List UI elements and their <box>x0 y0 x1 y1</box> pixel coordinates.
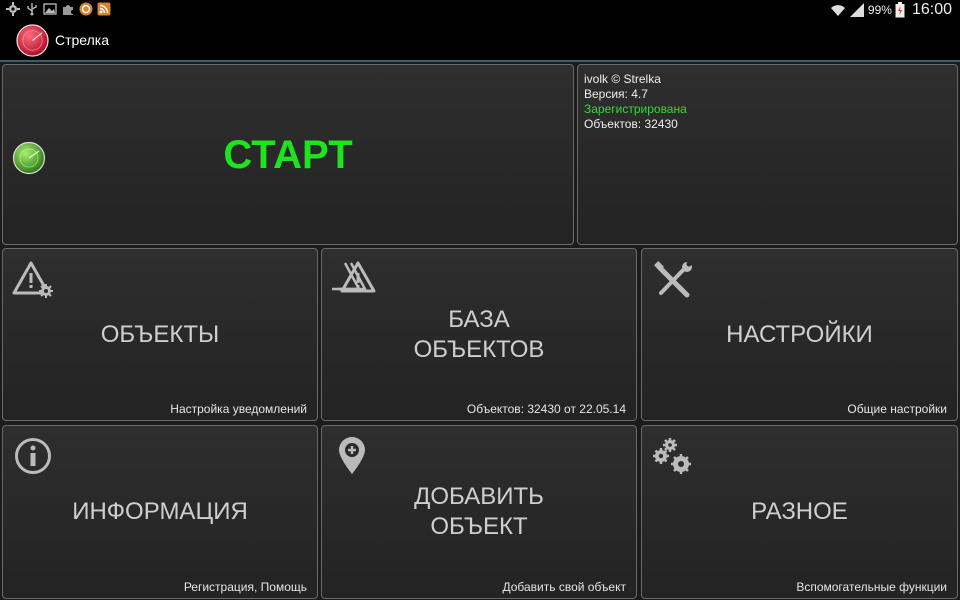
settings-label: НАСТРОЙКИ <box>726 320 873 348</box>
objects-subtitle: Настройка уведомлений <box>170 402 307 416</box>
start-button[interactable]: СТАРТ <box>2 64 574 245</box>
app-title: Стрелка <box>55 32 110 48</box>
start-label: СТАРТ <box>223 132 353 177</box>
misc-button[interactable]: РАЗНОЕ Вспомогательные функции <box>641 425 958 599</box>
info-author: ivolk © Strelka <box>584 72 661 86</box>
misc-subtitle: Вспомогательные функции <box>796 580 947 594</box>
image-icon <box>43 3 57 15</box>
objects-database-button[interactable]: БАЗА ОБЪЕКТОВ Объектов: 32430 от 22.05.1… <box>321 248 637 421</box>
sync-icon <box>79 2 93 16</box>
action-bar: Стрелка <box>0 20 960 60</box>
settings-icon <box>6 2 20 16</box>
battery-icon <box>895 2 905 18</box>
objects-button[interactable]: ОБЪЕКТЫ Настройка уведомлений <box>2 248 318 421</box>
settings-subtitle: Общие настройки <box>847 402 947 416</box>
objects-database-subtitle: Объектов: 32430 от 22.05.14 <box>466 402 626 416</box>
usb-icon <box>27 3 37 16</box>
add-object-label: ДОБАВИТЬ ОБЪЕКТ <box>414 483 544 540</box>
info-version: Версия: 4.7 <box>584 87 648 101</box>
objects-database-label: БАЗА ОБЪЕКТОВ <box>413 305 545 363</box>
information-label: ИНФОРМАЦИЯ <box>72 498 248 525</box>
info-registration-status: Зарегистрирована <box>584 102 687 116</box>
settings-button[interactable]: НАСТРОЙКИ Общие настройки <box>641 248 958 421</box>
info-object-count: Объектов: 32430 <box>584 117 678 131</box>
info-panel: ivolk © Strelka Версия: 4.7 Зарегистриро… <box>577 64 958 245</box>
information-button[interactable]: ИНФОРМАЦИЯ Регистрация, Помощь <box>2 425 318 599</box>
objects-label: ОБЪЕКТЫ <box>100 320 220 348</box>
add-object-subtitle: Добавить свой объект <box>502 580 626 594</box>
information-subtitle: Регистрация, Помощь <box>183 580 307 594</box>
clock: 16:00 <box>911 1 952 18</box>
status-bar: 99% 16:00 <box>0 0 960 20</box>
wifi-icon <box>830 5 845 16</box>
app-logo-icon[interactable] <box>16 24 49 57</box>
misc-label: РАЗНОЕ <box>751 498 848 525</box>
add-object-button[interactable]: ДОБАВИТЬ ОБЪЕКТ Добавить свой объект <box>321 425 637 599</box>
battery-percent: 99% <box>867 3 892 17</box>
main-grid: СТАРТ ivolk © Strelka Версия: 4.7 Зареги… <box>0 62 960 600</box>
rss-icon <box>97 2 111 16</box>
puzzle-icon <box>63 5 73 15</box>
signal-icon <box>849 3 864 17</box>
